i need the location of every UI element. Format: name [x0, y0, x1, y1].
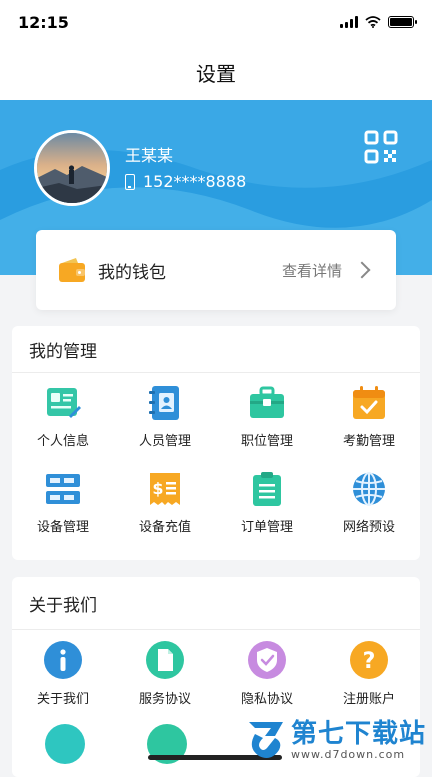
wifi-icon [365, 16, 381, 28]
watermark: 第七下载站 www.d7down.com [245, 718, 426, 762]
qr-code-icon[interactable] [364, 130, 398, 164]
watermark-url: www.d7down.com [290, 747, 406, 761]
grid-item-label: 服务协议 [138, 691, 191, 707]
status-time: 12:15 [18, 12, 69, 32]
management-title: 我的管理 [12, 326, 420, 373]
grid-item-label: 订单管理 [240, 519, 293, 535]
calendar-check-icon [350, 384, 388, 422]
grid-item-label: 隐私协议 [240, 691, 293, 707]
grid-item-device-recharge[interactable]: $ 设备充值 [114, 459, 216, 545]
grid-item-personal-info[interactable]: 个人信息 [12, 373, 114, 459]
wallet-card[interactable]: 我的钱包 查看详情 [36, 230, 396, 310]
grid-item-service-agreement[interactable]: 服务协议 [114, 630, 216, 716]
watermark-logo-icon [248, 722, 283, 758]
grid-item-order-management[interactable]: 订单管理 [216, 459, 318, 545]
phone-icon [125, 173, 135, 190]
document-icon [145, 640, 185, 680]
question-icon: ? [349, 640, 389, 680]
id-card-icon [44, 384, 82, 422]
grid-item-attendance-management[interactable]: 考勤管理 [318, 373, 420, 459]
phone-number: 152****8888 [143, 172, 247, 191]
watermark-brand: 第七下载站 [290, 718, 426, 749]
shield-check-icon [247, 640, 287, 680]
status-icons [340, 16, 417, 28]
contacts-book-icon [146, 384, 184, 422]
chevron-right-icon [353, 261, 371, 279]
svg-text:?: ? [363, 649, 376, 674]
grid-item-network-preset[interactable]: 网络预设 [318, 459, 420, 545]
grid-item-privacy-agreement[interactable]: 隐私协议 [216, 630, 318, 716]
user-name: 王某某 [125, 146, 174, 165]
grid-item-label: 个人信息 [36, 433, 89, 449]
status-bar: 12:15 [0, 0, 432, 44]
phone-row: 152****8888 [125, 172, 246, 191]
globe-icon [350, 470, 388, 508]
svg-text:$: $ [152, 479, 163, 498]
briefcase-icon [248, 384, 286, 422]
grid-item-label: 人员管理 [138, 433, 191, 449]
grid-item-label: 注册账户 [342, 691, 395, 707]
grid-item-position-management[interactable]: 职位管理 [216, 373, 318, 459]
device-rack-icon [44, 470, 82, 508]
nav-bar: 设置 [0, 44, 432, 100]
wallet-label: 我的钱包 [98, 262, 166, 283]
recharge-receipt-icon: $ [146, 470, 184, 508]
grid-item-label: 职位管理 [240, 433, 293, 449]
info-icon [43, 640, 83, 680]
grid-item-label: 设备管理 [36, 519, 89, 535]
about-grid: 关于我们 服务协议 隐私协议 ? 注册账户 [12, 630, 420, 716]
page-title: 设置 [196, 61, 236, 86]
management-panel: 我的管理 个人信息 人员管理 职位管理 考勤管理 设备管理 $ 设备充值 订单管… [12, 326, 420, 560]
grid-item-register-account[interactable]: ? 注册账户 [318, 630, 420, 716]
grid-item-staff-management[interactable]: 人员管理 [114, 373, 216, 459]
peek-icon-blue [45, 724, 85, 764]
clipboard-list-icon [248, 470, 286, 508]
grid-item-device-management[interactable]: 设备管理 [12, 459, 114, 545]
avatar[interactable] [34, 130, 110, 206]
wallet-icon [59, 258, 85, 282]
signal-icon [340, 16, 358, 28]
about-title: 关于我们 [12, 577, 420, 630]
battery-icon [388, 16, 417, 28]
grid-item-label: 网络预设 [342, 519, 395, 535]
management-grid: 个人信息 人员管理 职位管理 考勤管理 设备管理 $ 设备充值 订单管理 网络预… [12, 373, 420, 545]
grid-item-label: 考勤管理 [342, 433, 395, 449]
grid-item-label: 关于我们 [36, 691, 89, 707]
wallet-detail-link[interactable]: 查看详情 [282, 260, 342, 281]
grid-item-label: 设备充值 [138, 519, 191, 535]
grid-item-about-us[interactable]: 关于我们 [12, 630, 114, 716]
